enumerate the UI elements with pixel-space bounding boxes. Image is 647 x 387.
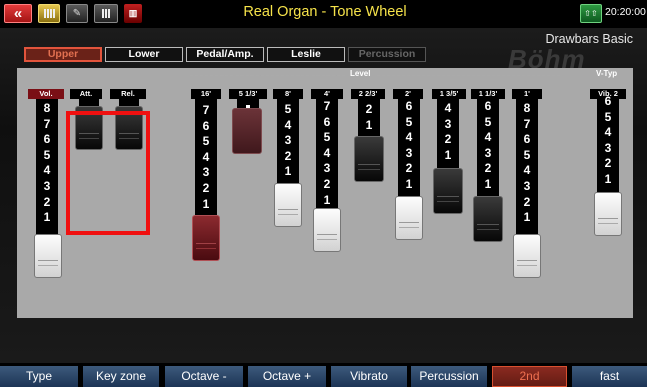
clock: 20:20:00 xyxy=(605,6,646,18)
envelope-highlight-box xyxy=(66,111,150,235)
tab-pedal-amp[interactable]: Pedal/Amp. xyxy=(186,47,264,62)
main-panel: Böhm Drawbars Basic Upper Lower Pedal/Am… xyxy=(0,28,647,363)
tab-upper[interactable]: Upper xyxy=(24,47,102,62)
drawbar-16-cap[interactable] xyxy=(192,215,220,261)
drawbar-1-3-5-cap[interactable] xyxy=(433,168,463,214)
shift-button[interactable]: ⇧⇧ xyxy=(580,4,602,23)
key-zone-button[interactable]: Key zone xyxy=(83,366,159,387)
level-divider-left xyxy=(190,75,345,76)
drawbar-4-cap[interactable] xyxy=(313,208,341,252)
drawbar-header-5-1-3: 5 1/3' xyxy=(229,89,267,99)
tab-percussion: Percussion xyxy=(348,47,426,62)
tab-lower[interactable]: Lower xyxy=(105,47,183,62)
attack-header: Att. xyxy=(70,89,102,99)
octave-up-button[interactable]: Octave + xyxy=(248,366,326,387)
drawbar-header-4: 4' xyxy=(311,89,343,99)
menu-button[interactable] xyxy=(38,4,60,23)
drawbar-1[interactable]: 87654321 xyxy=(516,99,538,237)
drawbar-5-1-3-cap[interactable] xyxy=(232,108,262,154)
drawbar-2-2-3[interactable]: 21 xyxy=(358,99,380,139)
drawbar-header-8: 8' xyxy=(273,89,303,99)
volume-drawbar-cap[interactable] xyxy=(34,234,62,278)
drawbar-header-2: 2' xyxy=(393,89,423,99)
edit-button[interactable]: ✎ xyxy=(66,4,88,23)
vtype-label: V-Typ xyxy=(596,69,618,78)
type-button[interactable]: Type xyxy=(0,366,78,387)
level-label: Level xyxy=(350,69,371,78)
drawbar-2-cap[interactable] xyxy=(395,196,423,240)
drawbar-1-1-3-cap[interactable] xyxy=(473,196,503,242)
second-button[interactable]: 2nd xyxy=(492,366,567,387)
drawbar-2-2-3-cap[interactable] xyxy=(354,136,384,182)
level-divider-right xyxy=(377,75,560,76)
page-title: Real Organ - Tone Wheel xyxy=(243,4,407,20)
drawbar-header-1: 1' xyxy=(512,89,542,99)
drawbar-header-1-3-5: 1 3/5' xyxy=(432,89,466,99)
voice-select-button[interactable] xyxy=(94,4,118,23)
drawbar-8-cap[interactable] xyxy=(274,183,302,227)
release-header: Rel. xyxy=(110,89,146,99)
volume-scale: 87654321 xyxy=(43,101,51,225)
percussion-button[interactable]: Percussion xyxy=(411,366,487,387)
drawbar-menu-icon xyxy=(43,9,55,18)
shift-keys-icon: ⇧⇧ xyxy=(584,9,598,18)
tab-leslie[interactable]: Leslie xyxy=(267,47,345,62)
drawbar-header-16: 16' xyxy=(191,89,221,99)
vibrato-button[interactable]: Vibrato xyxy=(331,366,407,387)
bottom-button-bar: Type Key zone Octave - Octave + Vibrato … xyxy=(0,363,647,387)
volume-header: Vol. xyxy=(28,89,64,99)
drawbar-1-3-5[interactable]: 4321 xyxy=(437,99,459,173)
drawbar-header-1-1-3: 1 1/3' xyxy=(471,89,505,99)
fast-button[interactable]: fast xyxy=(572,366,647,387)
voice-select-icon xyxy=(102,9,110,18)
vibrato-drawbar[interactable]: 654321 xyxy=(597,94,619,199)
volume-drawbar[interactable]: 87654321 xyxy=(36,99,58,237)
delete-button[interactable]: ▥ xyxy=(124,4,142,23)
drawbar-1-cap[interactable] xyxy=(513,234,541,278)
back-button[interactable]: « xyxy=(4,4,32,23)
vibrato-drawbar-cap[interactable] xyxy=(594,192,622,236)
edit-pencil-icon: ✎ xyxy=(72,8,82,19)
drawbar-4[interactable]: 7654321 xyxy=(316,99,338,215)
drawbar-header-2-2-3: 2 2/3' xyxy=(351,89,385,99)
trash-icon: ▥ xyxy=(128,8,138,18)
top-bar: « ✎ ▥ Real Organ - Tone Wheel ⇧⇧ 20:20:0… xyxy=(0,0,647,28)
drawbar-2[interactable]: 654321 xyxy=(398,99,420,203)
octave-down-button[interactable]: Octave - xyxy=(165,366,243,387)
part-tabs: Upper Lower Pedal/Amp. Leslie Percussion xyxy=(24,47,426,62)
preset-name: Drawbars Basic xyxy=(545,32,633,46)
double-chevron-left-icon: « xyxy=(13,5,23,22)
drawbar-1-1-3[interactable]: 654321 xyxy=(477,99,499,203)
drawbar-8[interactable]: 54321 xyxy=(277,99,299,191)
drawbar-16[interactable]: 7654321 xyxy=(195,99,217,217)
